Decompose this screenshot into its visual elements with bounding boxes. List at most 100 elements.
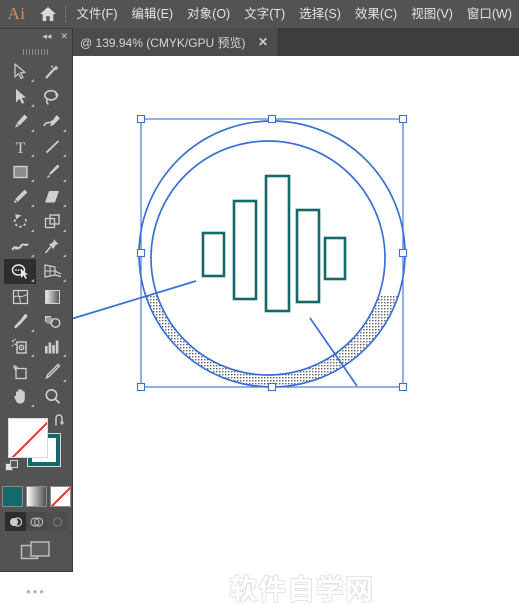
fill-swatch[interactable] (8, 418, 48, 458)
color-mode-row (0, 486, 72, 507)
tool-flyout-indicator (31, 179, 34, 182)
rotate-tool[interactable] (4, 209, 36, 234)
rotate-icon (13, 214, 27, 228)
tool-flyout-indicator (31, 79, 34, 82)
document-tab-bar: @ 139.94% (CMYK/GPU 预览) ✕ (0, 28, 519, 56)
pen-tool[interactable] (4, 109, 36, 134)
eraser-tool[interactable] (36, 184, 68, 209)
collapse-icon[interactable]: ◂◂ (42, 33, 51, 42)
home-icon[interactable] (33, 6, 63, 22)
change-screen-mode-button[interactable] (0, 540, 72, 564)
draw-normal-button[interactable] (4, 512, 26, 531)
artboard-icon (12, 364, 27, 379)
menu-select[interactable]: 选择(S) (292, 0, 348, 28)
close-icon[interactable]: ✕ (248, 35, 278, 49)
menu-divider (64, 5, 66, 23)
magnifier-icon (45, 389, 60, 404)
none-mode-button[interactable] (49, 486, 71, 507)
tool-flyout-indicator (31, 354, 34, 357)
tool-flyout-indicator (31, 329, 34, 332)
scale-icon (44, 214, 60, 229)
pencil-icon (13, 189, 27, 203)
mesh-tool[interactable] (4, 284, 36, 309)
menu-edit[interactable]: 编辑(E) (124, 0, 180, 28)
selection-tool[interactable] (4, 59, 36, 84)
eyedropper-tool[interactable] (4, 309, 36, 334)
perspective-grid-tool[interactable] (36, 259, 68, 284)
color-mode-button[interactable] (1, 486, 23, 507)
tool-flyout-indicator (31, 129, 34, 132)
slice-tool[interactable] (36, 359, 68, 384)
direct-selection-tool[interactable] (4, 84, 36, 109)
mesh-icon (12, 289, 28, 304)
gradient-icon (44, 289, 60, 304)
swap-fill-stroke-icon[interactable] (53, 414, 67, 432)
default-fill-stroke-icon[interactable] (5, 460, 19, 479)
rectangle-tool[interactable] (4, 159, 36, 184)
rectangle-icon (12, 165, 28, 178)
menu-window[interactable]: 窗口(W) (460, 0, 519, 28)
shape-builder-tool[interactable] (4, 259, 36, 284)
close-icon[interactable]: ✕ (60, 33, 68, 42)
grip-lines-icon (23, 49, 49, 55)
gradient-tool[interactable] (36, 284, 68, 309)
handle-middle-right (398, 248, 408, 258)
scale-tool[interactable] (36, 209, 68, 234)
curvature-tool[interactable] (36, 109, 68, 134)
curvature-pen-icon (42, 115, 60, 127)
bar-1 (201, 231, 226, 278)
symbol-sprayer-tool[interactable] (4, 334, 36, 359)
slice-knife-icon (44, 363, 60, 380)
gradient-mode-button[interactable] (25, 486, 47, 507)
menu-effect[interactable]: 效果(C) (348, 0, 404, 28)
menu-object[interactable]: 对象(O) (180, 0, 237, 28)
draw-inside-button[interactable] (46, 512, 68, 531)
column-graph-tool[interactable] (36, 334, 68, 359)
svg-text:T: T (15, 140, 25, 155)
blend-icon (44, 315, 61, 328)
lasso-tool[interactable] (36, 84, 68, 109)
type-tool[interactable]: T (4, 134, 36, 159)
menu-view[interactable]: 视图(V) (404, 0, 460, 28)
artboard-tool[interactable] (4, 359, 36, 384)
edit-toolbar-button[interactable]: ••• (0, 584, 72, 599)
zoom-tool[interactable] (36, 384, 68, 409)
tool-flyout-indicator (31, 229, 34, 232)
handle-middle-left (136, 248, 146, 258)
tool-flyout-indicator (63, 154, 66, 157)
paintbrush-tool[interactable] (36, 159, 68, 184)
canvas-area[interactable]: 软件自学网 WWW.RJZXW.COM (0, 56, 519, 605)
none-slash-icon (10, 419, 47, 457)
pencil-tool[interactable] (4, 184, 36, 209)
blend-tool[interactable] (36, 309, 68, 334)
tool-flyout-indicator (63, 129, 66, 132)
handle-top-right (398, 114, 408, 124)
draw-behind-button[interactable] (25, 512, 47, 531)
paintbrush-icon (45, 164, 59, 179)
tool-flyout-indicator (31, 204, 34, 207)
width-tool[interactable] (4, 234, 36, 259)
tool-flyout-indicator (63, 254, 66, 257)
line-segment-icon (45, 139, 59, 153)
menu-file[interactable]: 文件(F) (70, 0, 125, 28)
tool-grid: T (0, 58, 72, 409)
arrow-solid-icon (15, 89, 26, 104)
handle-top-left (136, 114, 146, 124)
handle-top-center (267, 114, 277, 124)
type-T-icon: T (15, 140, 25, 155)
tool-flyout-indicator (63, 379, 66, 382)
tools-panel-header: ◂◂ ✕ (0, 29, 72, 46)
tool-flyout-indicator (63, 179, 66, 182)
screen-mode-icon (20, 541, 50, 560)
free-transform-tool[interactable] (36, 234, 68, 259)
hand-tool[interactable] (4, 384, 36, 409)
line-segment-tool[interactable] (36, 134, 68, 159)
magic-wand-tool[interactable] (36, 59, 68, 84)
bar-2 (232, 199, 258, 301)
menu-type[interactable]: 文字(T) (237, 0, 292, 28)
panel-drag-handle[interactable] (0, 46, 72, 58)
equalizer-bars (201, 174, 347, 313)
symbol-sprayer-icon (11, 338, 27, 354)
shape-builder-icon (11, 264, 28, 279)
handle-bottom-center (267, 382, 277, 392)
